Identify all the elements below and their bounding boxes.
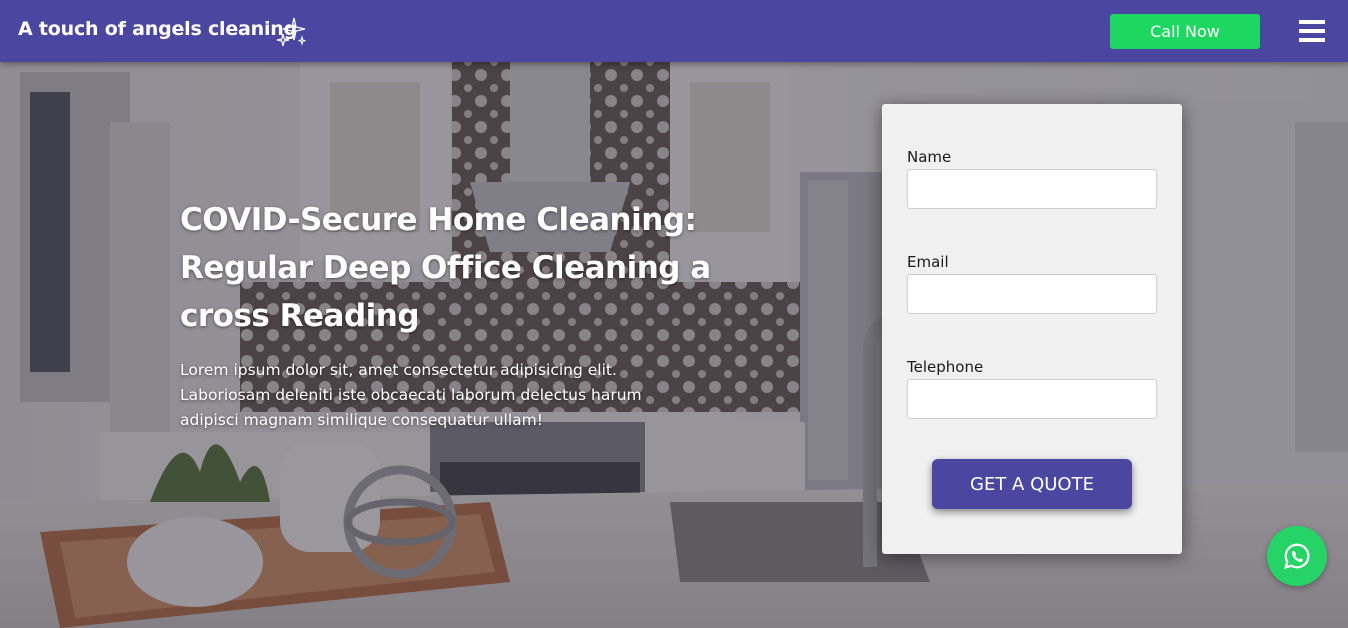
name-field[interactable] — [907, 169, 1157, 209]
name-label: Name — [907, 148, 952, 166]
call-now-button[interactable]: Call Now — [1110, 14, 1260, 49]
telephone-field[interactable] — [907, 379, 1157, 419]
brand-logo-text[interactable]: A touch of angels cleaning — [18, 18, 297, 40]
get-a-quote-button[interactable]: GET A QUOTE — [932, 459, 1132, 509]
quote-form: Name Email Telephone GET A QUOTE — [882, 104, 1182, 554]
hamburger-line — [1299, 20, 1325, 24]
sparkles-icon — [276, 17, 306, 47]
whatsapp-icon — [1284, 543, 1310, 569]
hero-description: Lorem ipsum dolor sit, amet consectetur … — [180, 361, 642, 429]
telephone-label: Telephone — [907, 358, 984, 376]
hero-title: COVID-Secure Home Cleaning: Regular Deep… — [180, 202, 711, 334]
whatsapp-chat-button[interactable] — [1267, 526, 1327, 586]
email-field[interactable] — [907, 274, 1157, 314]
hero-section: COVID-Secure Home Cleaning: Regular Deep… — [0, 62, 1348, 628]
hamburger-line — [1299, 38, 1325, 42]
page: A touch of angels cleaning Call Now COVI… — [0, 0, 1348, 628]
email-label: Email — [907, 253, 949, 271]
hamburger-line — [1299, 29, 1325, 33]
hamburger-menu-icon[interactable] — [1299, 20, 1325, 42]
navbar: A touch of angels cleaning Call Now — [0, 0, 1348, 62]
